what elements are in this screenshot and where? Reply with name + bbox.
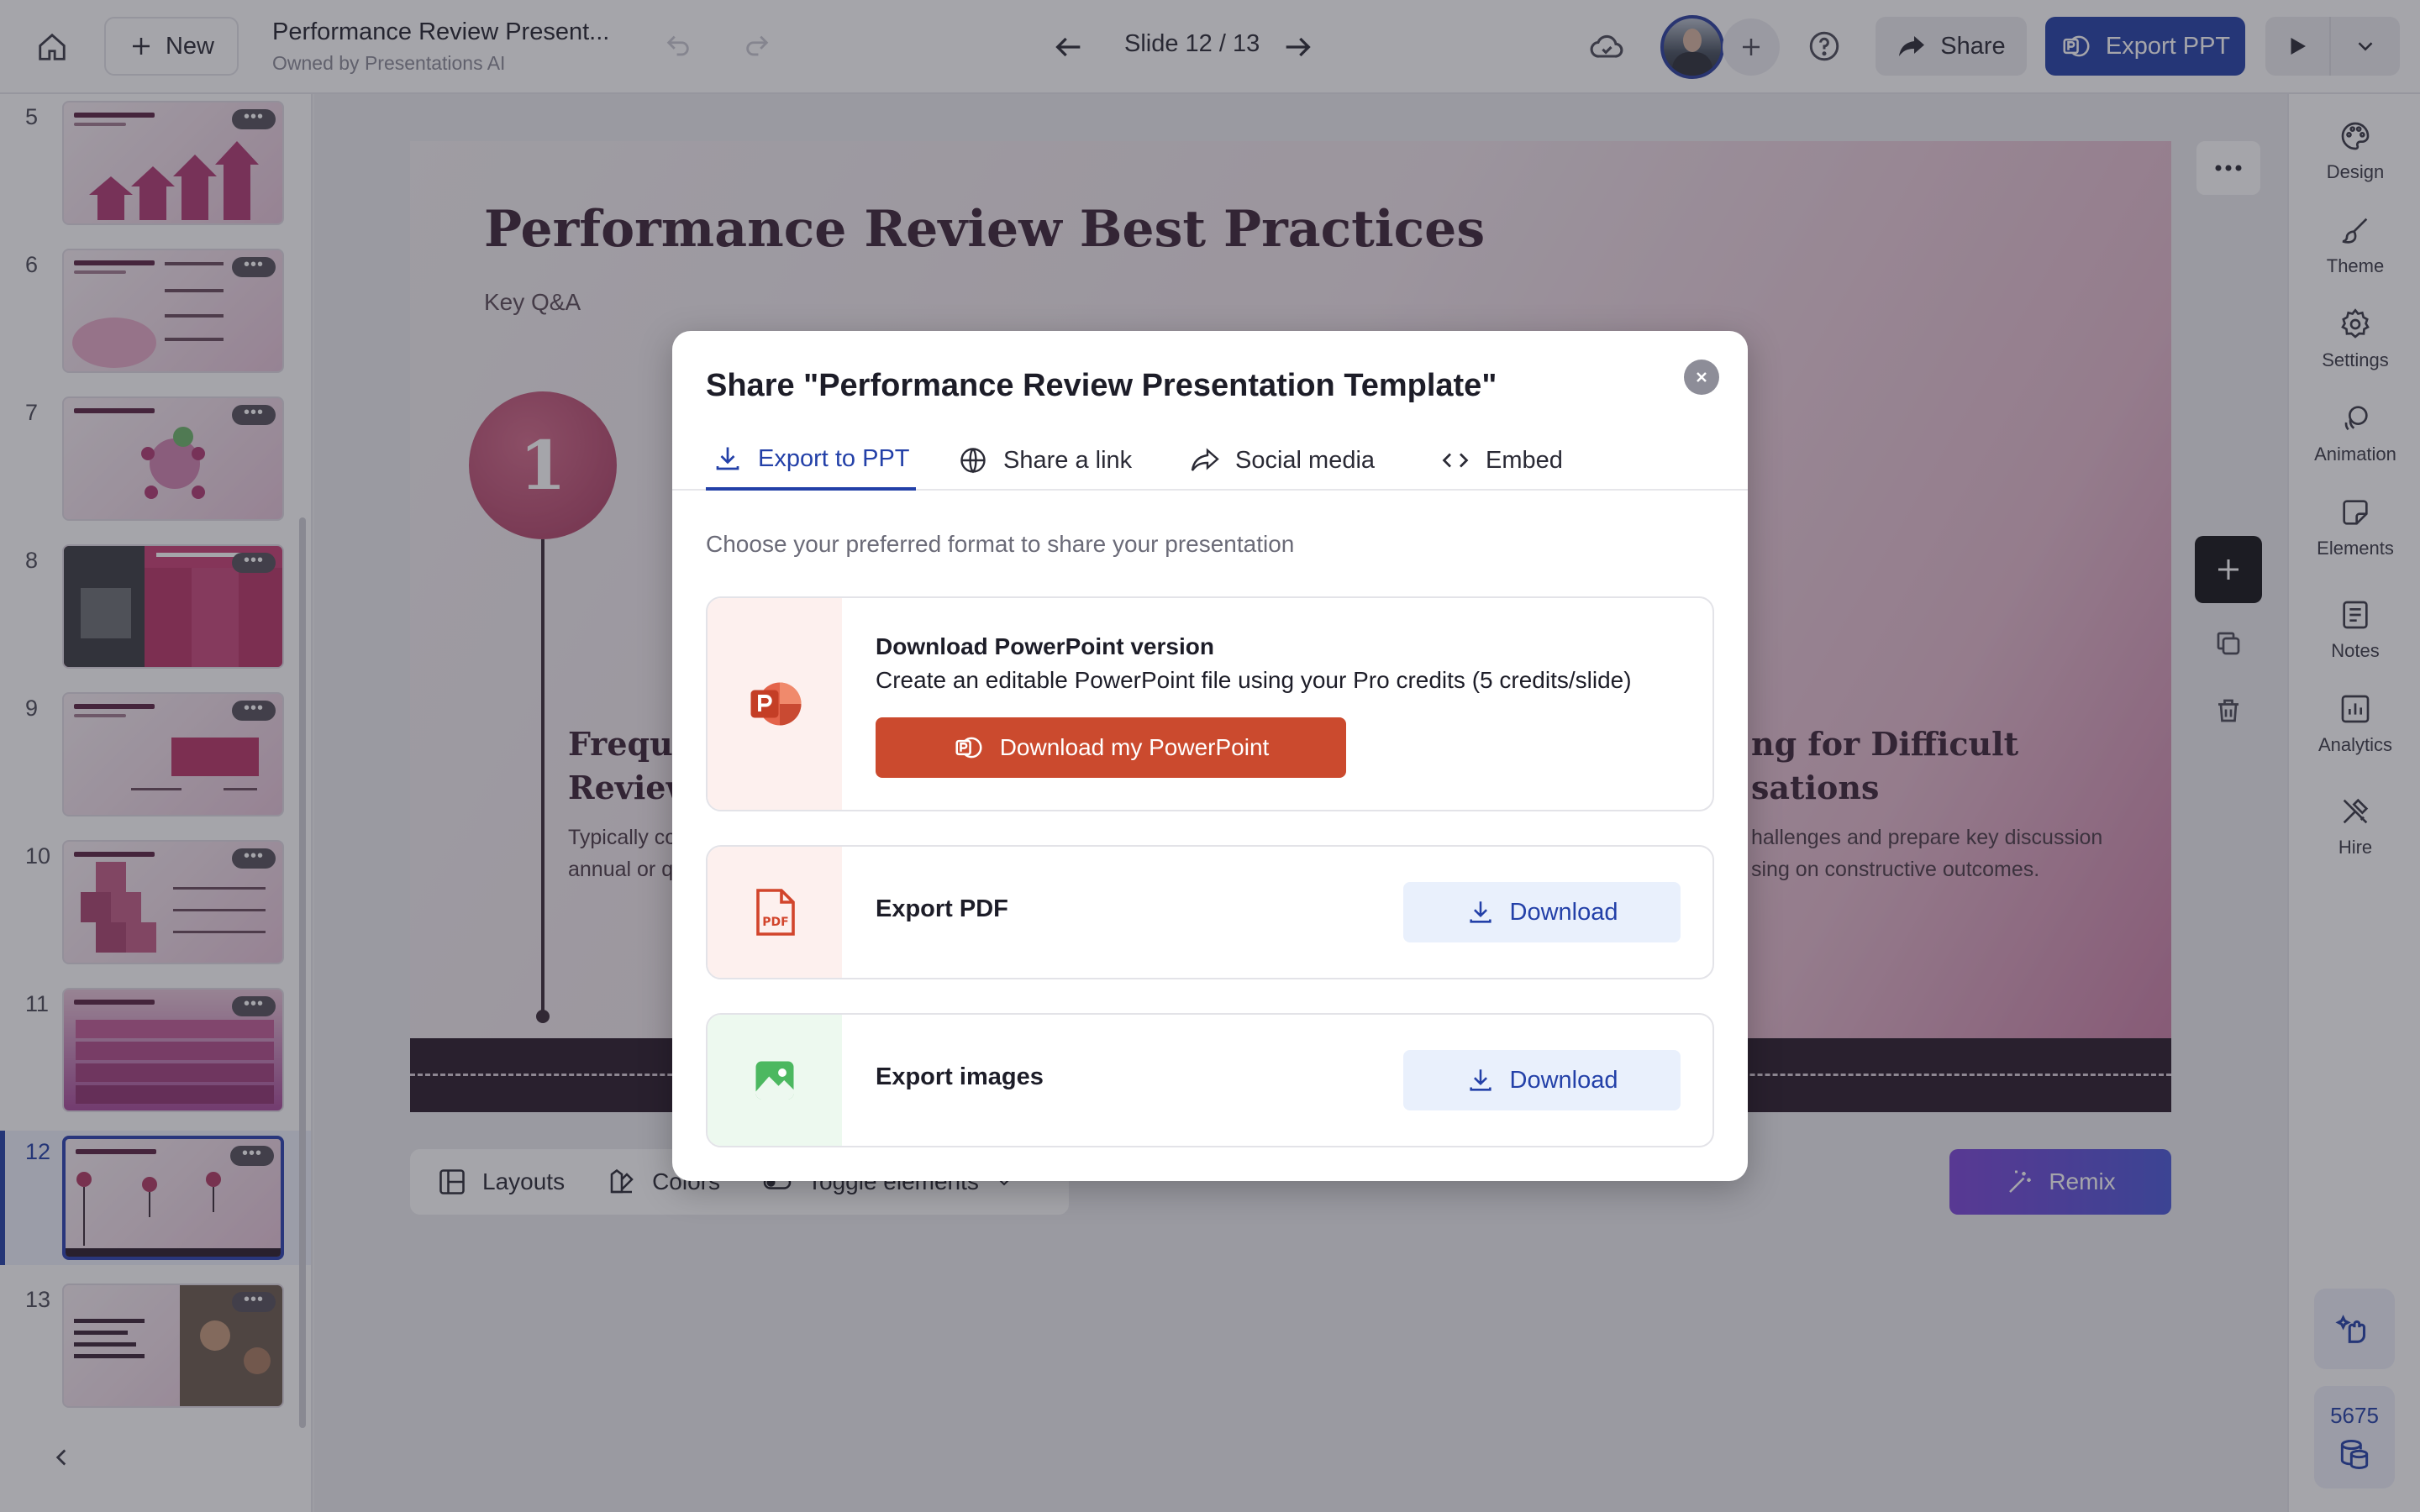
download-pdf-label: Download (1509, 898, 1618, 926)
tab-label: Embed (1486, 446, 1563, 474)
powerpoint-icon (955, 737, 982, 759)
card-icon-area (708, 598, 842, 810)
image-file-icon (755, 1061, 794, 1100)
tab-embed[interactable]: Embed (1440, 430, 1563, 491)
tab-share-a-link[interactable]: Share a link (958, 430, 1132, 491)
pdf-file-icon: PDF (756, 889, 795, 936)
download-images-button[interactable]: Download (1403, 1050, 1681, 1110)
download-powerpoint-button[interactable]: Download my PowerPoint (876, 717, 1346, 778)
powerpoint-export-card: Download PowerPoint version Create an ed… (706, 596, 1714, 811)
powerpoint-logo-icon (750, 682, 802, 726)
download-icon (716, 447, 739, 470)
download-pdf-button[interactable]: Download (1403, 882, 1681, 942)
code-icon (1442, 453, 1469, 468)
download-icon (1469, 901, 1491, 923)
pdf-export-card: PDF Export PDF Download (706, 845, 1714, 979)
share-tabs: Export to PPT Share a link Social media … (672, 430, 1748, 491)
tab-label: Social media (1235, 446, 1376, 474)
dialog-description: Choose your preferred format to share yo… (706, 531, 1295, 557)
powerpoint-card-title: Download PowerPoint version (876, 633, 1214, 659)
download-powerpoint-label: Download my PowerPoint (999, 734, 1270, 760)
close-icon (1697, 372, 1707, 382)
tab-label: Share a link (1003, 446, 1133, 474)
powerpoint-card-description: Create an editable PowerPoint file using… (876, 667, 1632, 693)
images-card-label: Export images (876, 1063, 1044, 1090)
svg-text:PDF: PDF (762, 916, 788, 929)
tab-social-media[interactable]: Social media (1190, 430, 1375, 491)
close-dialog-button[interactable] (1684, 360, 1719, 395)
download-images-label: Download (1509, 1066, 1618, 1094)
download-icon (1469, 1069, 1491, 1091)
pdf-card-label: Export PDF (876, 895, 1008, 922)
share-outline-icon (1191, 448, 1219, 471)
images-export-card: Export images Download (706, 1013, 1714, 1147)
dialog-title: Share "Performance Review Presentation T… (706, 368, 1497, 403)
card-icon-area: PDF (708, 847, 842, 978)
card-icon-area (708, 1015, 842, 1146)
globe-icon (960, 448, 986, 474)
tab-export-to-ppt[interactable]: Export to PPT (706, 430, 916, 491)
share-dialog: Share "Performance Review Presentation T… (672, 331, 1748, 1181)
tab-label: Export to PPT (758, 444, 910, 472)
